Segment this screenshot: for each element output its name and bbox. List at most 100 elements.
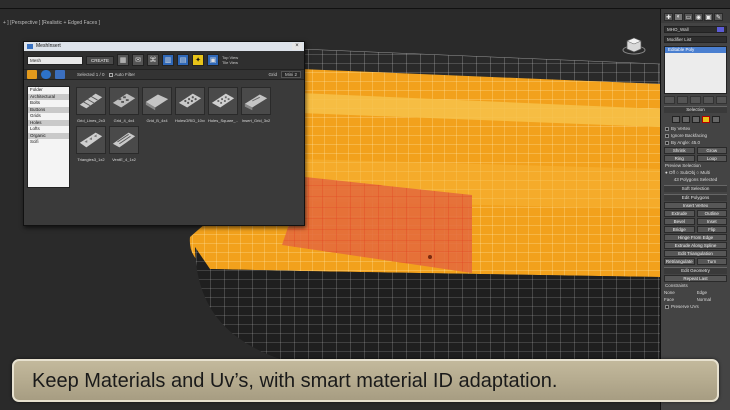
mouse-cursor <box>428 255 432 259</box>
ignore-backfacing-check[interactable]: Ignore Backfacing <box>665 133 726 139</box>
modify-tab-icon[interactable]: ◐ <box>674 13 683 21</box>
pick-tool-icon[interactable]: ▦ <box>117 54 129 66</box>
object-name-field[interactable]: MHO_Wall <box>664 26 727 33</box>
checkbox-icon <box>665 140 669 145</box>
preview-selection-options[interactable]: ● Off ○ SubObj ○ Multi <box>665 170 726 176</box>
thumbnail-item[interactable]: VentE_4_1x2 <box>109 126 139 162</box>
show-end-result-icon[interactable] <box>677 96 688 104</box>
thumbnail-item[interactable]: Holes_Square_... <box>208 87 238 123</box>
flip-button[interactable]: Flip <box>696 226 727 233</box>
ignore-backfacing-label: Ignore Backfacing <box>671 133 708 138</box>
outline-button[interactable]: Outline <box>696 210 727 217</box>
thumbnail-image <box>142 87 172 115</box>
create-tab-icon[interactable]: ✚ <box>664 13 673 21</box>
make-unique-icon[interactable] <box>690 96 701 104</box>
app-icon <box>27 44 33 49</box>
folder-item-scifi[interactable]: Scifi <box>28 139 69 146</box>
mesh-name-input[interactable]: Mesh <box>27 55 83 65</box>
tile-view-icon[interactable]: ▣ <box>207 54 219 66</box>
by-angle-label: By Angle: <box>671 140 691 145</box>
polygon-mode-icon[interactable] <box>701 116 710 123</box>
border-mode-icon[interactable] <box>691 116 700 123</box>
shrink-grow-row: Shrink Grow <box>664 147 727 154</box>
thumbnail-grid: Grid_Lines_2x3 Grid_4_4x4 Grid_B_4x4 Hol… <box>74 86 300 221</box>
window-titlebar[interactable]: MeshInsert × <box>24 42 304 51</box>
thumbnail-label: Triangles3_1x2 <box>77 157 105 162</box>
bridge-button[interactable]: Bridge <box>664 226 695 233</box>
thumbnail-label: HolesGRID_10x4 <box>175 118 205 123</box>
vertex-mode-icon[interactable] <box>671 116 680 123</box>
grid-view-icon[interactable]: ▥ <box>162 54 174 66</box>
create-button[interactable]: CREATE <box>86 55 114 65</box>
size-select[interactable]: Mini 2 <box>280 71 301 78</box>
auto-filter-toggle[interactable]: Auto Filter <box>108 72 135 77</box>
selected-count: Selected 1 / 0 <box>77 72 105 77</box>
thumbnail-item[interactable]: Grid_4_4x4 <box>109 87 139 123</box>
by-vertex-check[interactable]: By Vertex <box>665 126 726 132</box>
edge-mode-icon[interactable] <box>681 116 690 123</box>
tag-icon[interactable]: ⌘ <box>147 54 159 66</box>
viewport-label[interactable]: + ] [Perspective ] [Realistic + Edged Fa… <box>3 20 100 26</box>
constraint-none-radio[interactable]: None <box>664 290 695 296</box>
thumbnail-item[interactable]: Grid_Lines_2x3 <box>76 87 106 123</box>
modifier-list-dropdown[interactable]: Modifier List <box>664 36 727 43</box>
thumbnail-image <box>109 126 139 154</box>
stack-item-editable-poly[interactable]: Editable Poly <box>665 47 726 53</box>
by-angle-check[interactable]: By Angle: 45.0 <box>665 140 726 146</box>
configure-sets-icon[interactable] <box>716 96 727 104</box>
bevel-inset-row: Bevel Inset <box>664 218 727 225</box>
edit-geometry-rollout[interactable]: Edit Geometry <box>664 267 727 274</box>
display-tab-icon[interactable]: ▣ <box>704 13 713 21</box>
by-angle-value[interactable]: 45.0 <box>691 140 700 145</box>
checkbox-icon <box>665 304 669 309</box>
edit-triangulation-button[interactable]: Edit Triangulation <box>664 250 727 257</box>
thumbnail-item[interactable]: Insert_Grid_3x2 <box>241 87 271 123</box>
checkbox-icon <box>665 133 669 138</box>
constraint-face-radio[interactable]: Face <box>664 297 695 303</box>
edit-polygons-rollout[interactable]: Edit Polygons <box>664 194 727 201</box>
turn-button[interactable]: Turn <box>696 258 727 265</box>
hierarchy-tab-icon[interactable]: ▭ <box>684 13 693 21</box>
retriangulate-button[interactable]: Retriangulate <box>664 258 695 265</box>
repeat-last-button[interactable]: Repeat Last <box>664 275 727 282</box>
window-subbar: Selected 1 / 0 Auto Filter Grid Mini 2 <box>24 69 304 80</box>
extrude-along-spline-button[interactable]: Extrude Along Spline <box>664 242 727 249</box>
thumbnail-label: Grid_B_4x4 <box>146 118 168 123</box>
tile-view-label[interactable]: Tile View <box>222 60 238 65</box>
save-icon[interactable] <box>55 70 65 79</box>
command-panel-tabs: ✚ ◐ ▭ ◉ ▣ ✎ <box>661 9 730 23</box>
ring-button[interactable]: Ring <box>664 155 695 162</box>
material-view-icon[interactable]: ▤ <box>177 54 189 66</box>
preserve-uvs-check[interactable]: Preserve UVs <box>665 304 726 310</box>
object-color-swatch[interactable] <box>717 27 724 32</box>
extrude-button[interactable]: Extrude <box>664 210 695 217</box>
thumbnail-image <box>208 87 238 115</box>
soft-selection-rollout[interactable]: Soft Selection <box>664 185 727 192</box>
brain-icon[interactable]: ✦ <box>192 54 204 66</box>
pin-stack-icon[interactable] <box>664 96 675 104</box>
caption-banner: Keep Materials and Uv’s, with smart mate… <box>12 359 719 402</box>
thumbnail-item[interactable]: Grid_B_4x4 <box>142 87 172 123</box>
motion-tab-icon[interactable]: ◉ <box>694 13 703 21</box>
refresh-icon[interactable] <box>41 70 51 79</box>
open-folder-icon[interactable] <box>27 70 37 79</box>
close-button[interactable]: × <box>292 43 302 50</box>
meshinsert-window[interactable]: MeshInsert × Mesh CREATE ▦ ✉ ⌘ ▥ ▤ ✦ ▣ T… <box>23 41 305 226</box>
thumbnail-item[interactable]: HolesGRID_10x4 <box>175 87 205 123</box>
selection-rollout[interactable]: Selection <box>664 106 727 113</box>
constraint-normal-radio[interactable]: Normal <box>697 297 728 303</box>
remove-modifier-icon[interactable] <box>703 96 714 104</box>
thumbnail-item[interactable]: Triangles3_1x2 <box>76 126 106 162</box>
inset-button[interactable]: Inset <box>696 218 727 225</box>
constraint-edge-radio[interactable]: Edge <box>697 290 728 296</box>
hinge-from-edge-button[interactable]: Hinge From Edge <box>664 234 727 241</box>
utilities-tab-icon[interactable]: ✎ <box>714 13 723 21</box>
insert-vertex-button[interactable]: Insert Vertex <box>664 202 727 209</box>
grow-button[interactable]: Grow <box>696 147 727 154</box>
loop-button[interactable]: Loop <box>696 155 727 162</box>
bevel-button[interactable]: Bevel <box>664 218 695 225</box>
viewcube-icon[interactable] <box>622 33 646 57</box>
mail-icon[interactable]: ✉ <box>132 54 144 66</box>
shrink-button[interactable]: Shrink <box>664 147 695 154</box>
element-mode-icon[interactable] <box>711 116 720 123</box>
